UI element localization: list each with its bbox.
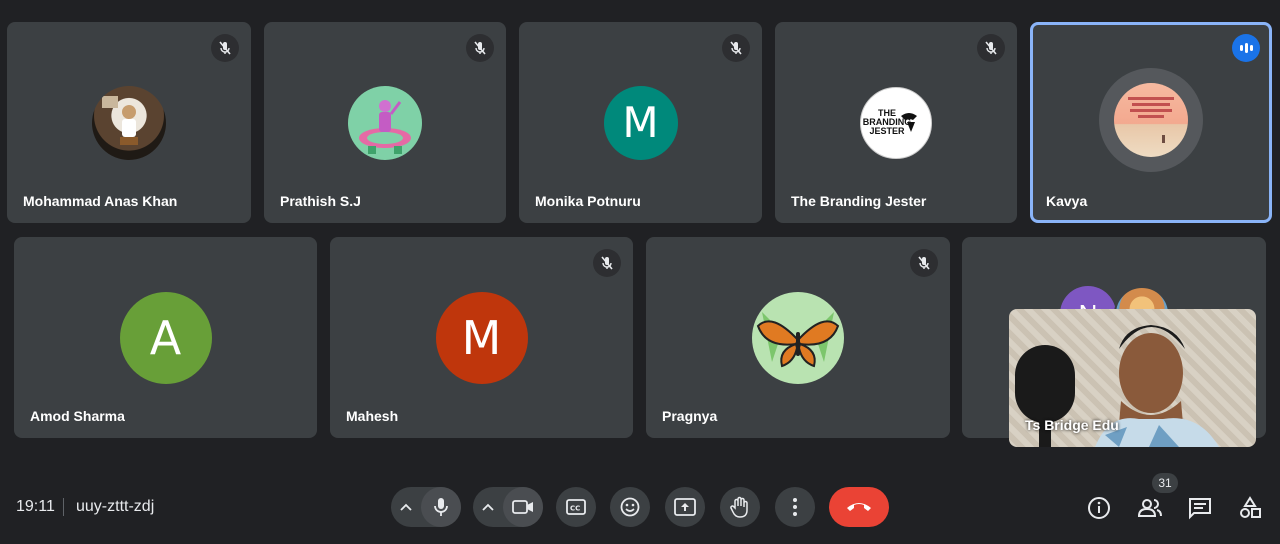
camera-icon[interactable] — [503, 487, 543, 527]
mic-off-icon — [211, 34, 239, 62]
meeting-code: uuy-zttt-zdj — [76, 498, 155, 515]
branding-jester-logo: THE BRANDING JESTER — [860, 86, 932, 159]
mic-off-icon — [977, 34, 1005, 62]
people-icon[interactable] — [1134, 492, 1166, 524]
microphone-control — [391, 487, 461, 527]
raise-hand-icon[interactable] — [720, 487, 760, 527]
camera-control — [473, 487, 543, 527]
butterfly-avatar — [752, 291, 844, 384]
meeting-control-bar: 19:11 uuy-zttt-zdj CC — [0, 470, 1280, 544]
avatar-speaking-ring — [1099, 67, 1203, 172]
participant-name: Kavya — [1046, 193, 1088, 209]
mic-off-icon — [722, 34, 750, 62]
meeting-time: 19:11 — [16, 498, 55, 515]
people-count-badge: 31 — [1152, 473, 1178, 493]
captions-icon[interactable]: CC — [556, 487, 596, 527]
avatar — [348, 85, 422, 160]
self-view-name: Ts Bridge Edu — [1025, 417, 1119, 433]
participant-tile-prathish-sj[interactable]: Prathish S.J — [264, 22, 506, 223]
present-icon[interactable] — [665, 487, 705, 527]
participant-tile-mohammad-anas-khan[interactable]: Mohammad Anas Khan — [7, 22, 251, 223]
mic-off-icon — [593, 249, 621, 277]
participant-tile-the-branding-jester[interactable]: THE BRANDING JESTER The Branding Jester — [775, 22, 1017, 223]
participant-name: Prathish S.J — [280, 193, 361, 209]
avatar: M — [603, 85, 678, 160]
participant-name: Mahesh — [346, 408, 399, 424]
participant-tile-monika-potnuru[interactable]: M Monika Potnuru — [519, 22, 762, 223]
mic-off-icon — [910, 249, 938, 277]
more-options-icon[interactable] — [775, 487, 815, 527]
avatar — [1114, 82, 1188, 157]
mic-options-chevron-icon[interactable] — [391, 503, 421, 511]
participant-tile-kavya[interactable]: Kavya — [1030, 22, 1272, 223]
hangup-icon[interactable] — [829, 487, 889, 527]
activities-icon[interactable] — [1234, 492, 1266, 524]
speaking-indicator-icon — [1232, 34, 1260, 62]
participant-name: The Branding Jester — [791, 193, 927, 209]
svg-text:CC: CC — [570, 505, 580, 513]
chat-icon[interactable] — [1184, 492, 1216, 524]
avatar: M — [435, 291, 528, 384]
info-icon[interactable] — [1083, 492, 1115, 524]
divider — [63, 498, 64, 516]
participant-name: Amod Sharma — [30, 408, 125, 424]
emoji-icon[interactable] — [610, 487, 650, 527]
participant-tile-pragnya[interactable]: Pragnya — [646, 237, 950, 438]
participant-name: Pragnya — [662, 408, 718, 424]
avatar — [92, 85, 166, 160]
mic-icon[interactable] — [421, 487, 461, 527]
participant-name: Monika Potnuru — [535, 193, 641, 209]
participant-name: Mohammad Anas Khan — [23, 193, 178, 209]
avatar: A — [119, 291, 212, 384]
self-view-video[interactable]: Ts Bridge Edu — [1009, 309, 1256, 447]
camera-options-chevron-icon[interactable] — [473, 503, 503, 511]
participant-tile-amod-sharma[interactable]: A Amod Sharma — [14, 237, 317, 438]
participant-tile-mahesh[interactable]: M Mahesh — [330, 237, 633, 438]
mic-off-icon — [466, 34, 494, 62]
